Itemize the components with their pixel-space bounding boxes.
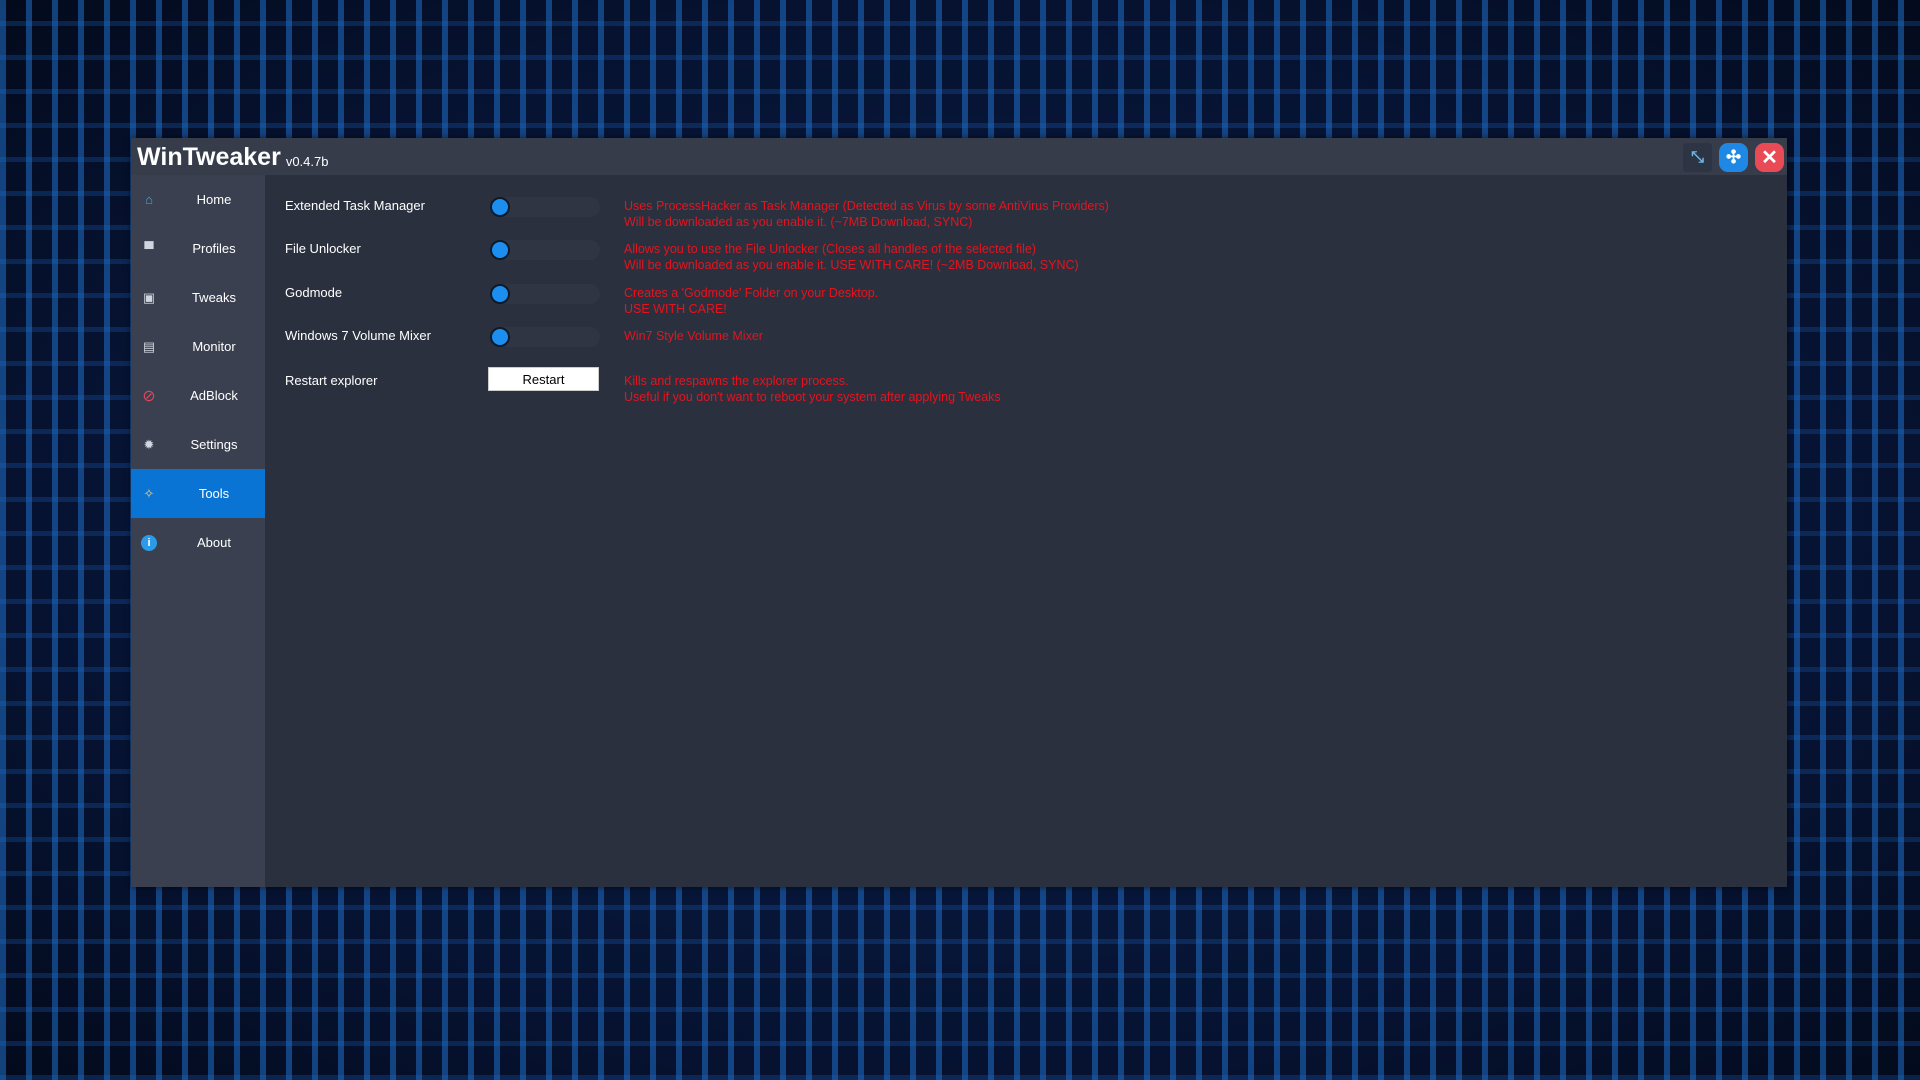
tool-description: Creates a 'Godmode' Folder on your Deskt… <box>624 285 878 317</box>
tool-label: File Unlocker <box>285 241 361 256</box>
toggle-knob <box>490 327 510 347</box>
profiles-icon: ▀ <box>141 241 157 257</box>
file-unlocker-toggle[interactable] <box>490 240 600 260</box>
tool-label: Windows 7 Volume Mixer <box>285 328 431 343</box>
adblock-icon: ⊘ <box>141 388 157 404</box>
sidebar-item-settings[interactable]: ✹Settings <box>131 420 265 469</box>
restart-button[interactable]: Restart <box>488 367 599 391</box>
sidebar-item-tweaks[interactable]: ▣Tweaks <box>131 273 265 322</box>
tool-description: Allows you to use the File Unlocker (Clo… <box>624 241 1079 273</box>
sidebar-item-home[interactable]: ⌂Home <box>131 175 265 224</box>
toggle-knob <box>490 240 510 260</box>
close-button[interactable]: ✕ <box>1755 143 1784 172</box>
gear-icon: ✹ <box>141 437 157 453</box>
app-version: v0.4.7b <box>286 154 329 169</box>
minimize-icon: ⤡ <box>1691 149 1704 167</box>
tools-panel: Extended Task Manager Uses ProcessHacker… <box>265 175 1787 887</box>
sidebar: ⌂Home ▀Profiles ▣Tweaks ▤Monitor ⊘AdBloc… <box>131 175 265 887</box>
desc-line: USE WITH CARE! <box>624 301 878 317</box>
tool-description: Uses ProcessHacker as Task Manager (Dete… <box>624 198 1109 230</box>
app-window: WinTweaker v0.4.7b ⤡ ✣ ✕ ⌂Home ▀Profiles… <box>131 138 1787 887</box>
app-title: WinTweaker <box>137 143 281 171</box>
desc-line: Kills and respawns the explorer process. <box>624 373 1001 389</box>
desc-line: Allows you to use the File Unlocker (Clo… <box>624 241 1079 257</box>
monitor-icon: ▤ <box>141 339 157 355</box>
tool-label: Restart explorer <box>285 373 377 388</box>
godmode-toggle[interactable] <box>490 284 600 304</box>
tools-icon: ✧ <box>141 486 157 502</box>
volume-mixer-toggle[interactable] <box>490 327 600 347</box>
sidebar-item-about[interactable]: iAbout <box>131 518 265 567</box>
toggle-knob <box>490 284 510 304</box>
maximize-button[interactable]: ✣ <box>1719 143 1748 172</box>
home-icon: ⌂ <box>141 192 157 208</box>
extended-task-manager-toggle[interactable] <box>490 197 600 217</box>
tool-description: Kills and respawns the explorer process.… <box>624 373 1001 405</box>
toggle-knob <box>490 197 510 217</box>
sidebar-item-profiles[interactable]: ▀Profiles <box>131 224 265 273</box>
maximize-icon: ✣ <box>1726 147 1741 168</box>
desc-line: Win7 Style Volume Mixer <box>624 328 763 344</box>
tweaks-icon: ▣ <box>141 290 157 306</box>
tool-description: Win7 Style Volume Mixer <box>624 328 763 344</box>
close-icon: ✕ <box>1761 145 1778 170</box>
info-icon: i <box>141 535 157 551</box>
title-bar[interactable]: WinTweaker v0.4.7b ⤡ ✣ ✕ <box>131 138 1787 175</box>
minimize-button[interactable]: ⤡ <box>1683 143 1712 172</box>
desc-line: Useful if you don't want to reboot your … <box>624 389 1001 405</box>
desc-line: Will be downloaded as you enable it. USE… <box>624 257 1079 273</box>
sidebar-item-monitor[interactable]: ▤Monitor <box>131 322 265 371</box>
desc-line: Creates a 'Godmode' Folder on your Deskt… <box>624 285 878 301</box>
desc-line: Uses ProcessHacker as Task Manager (Dete… <box>624 198 1109 214</box>
sidebar-item-adblock[interactable]: ⊘AdBlock <box>131 371 265 420</box>
tool-label: Godmode <box>285 285 342 300</box>
desc-line: Will be downloaded as you enable it. (~7… <box>624 214 1109 230</box>
sidebar-item-tools[interactable]: ✧Tools <box>131 469 265 518</box>
tool-label: Extended Task Manager <box>285 198 425 213</box>
